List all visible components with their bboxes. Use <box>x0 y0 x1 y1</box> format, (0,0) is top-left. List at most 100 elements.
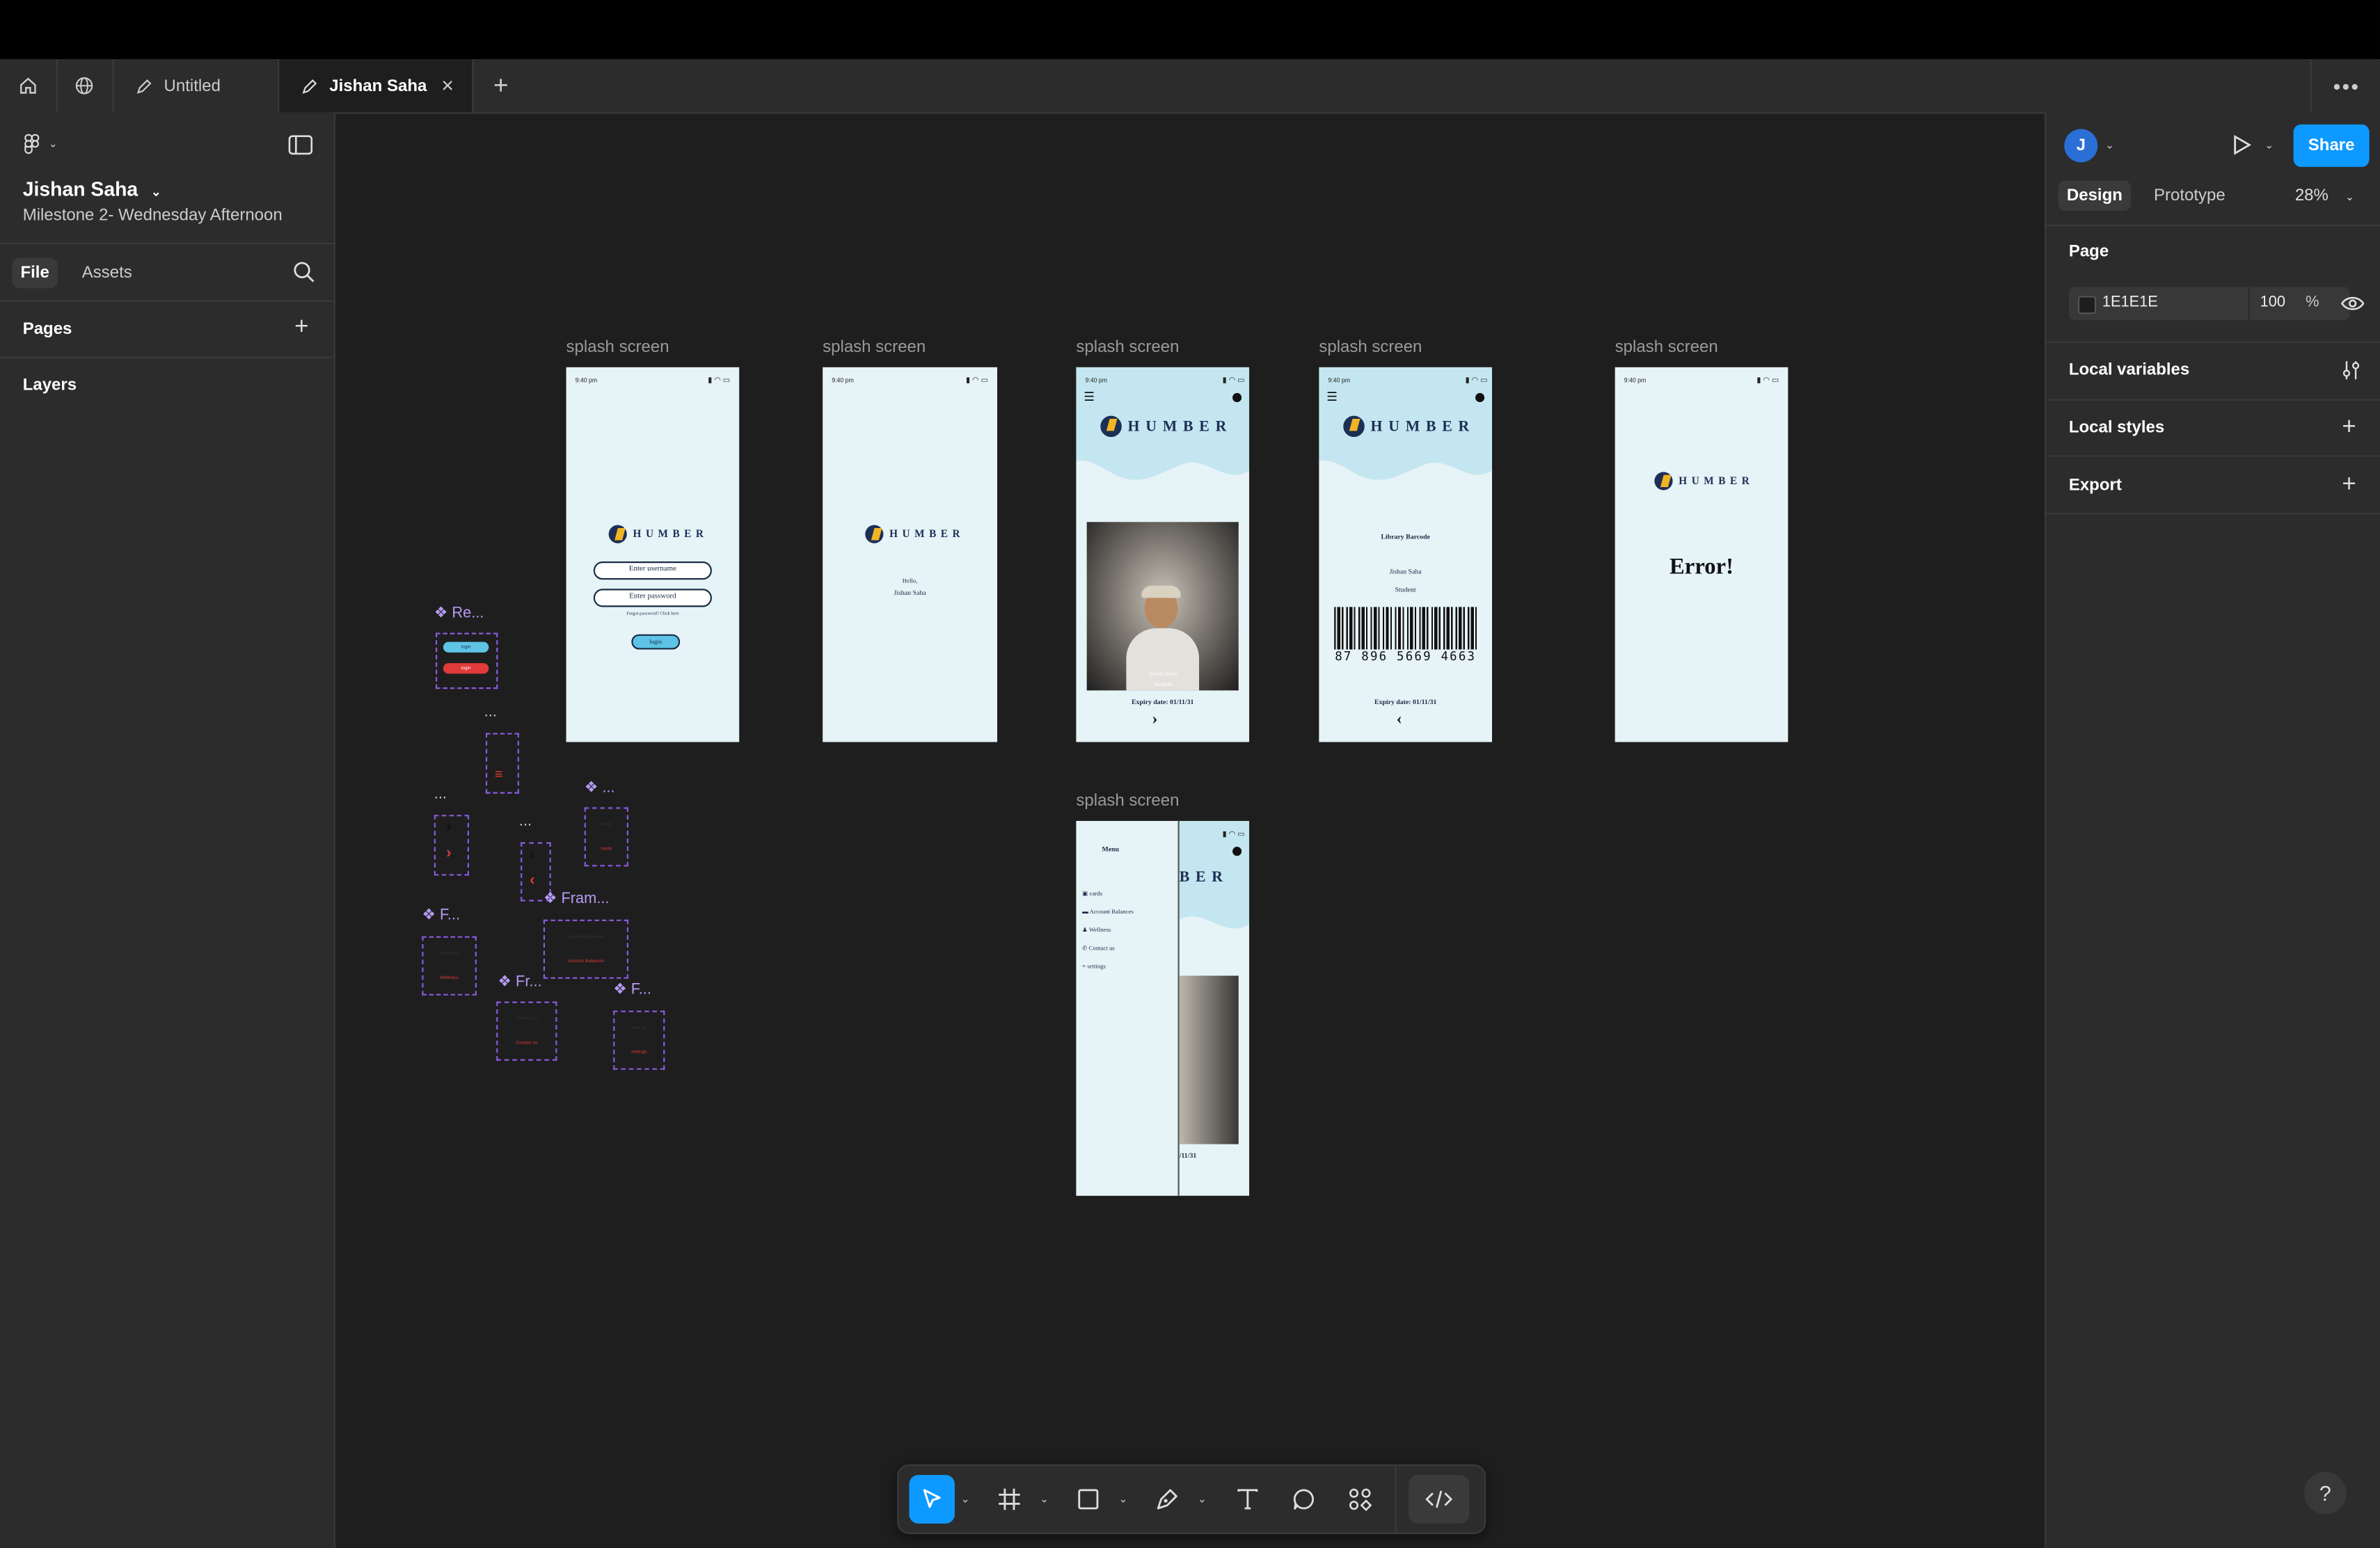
login-button-variant-red[interactable]: login <box>443 663 489 674</box>
menu-item-contact-us[interactable]: ✆ Contact us <box>1082 939 1134 957</box>
forgot-password-link[interactable]: Forgot password? Click here <box>566 610 740 616</box>
tab-untitled[interactable]: Untitled <box>114 59 280 113</box>
component-label[interactable]: ❖ Fr... <box>498 974 541 991</box>
component-label[interactable]: ... <box>519 813 532 830</box>
chevron-down-icon[interactable]: ⌄ <box>961 1493 970 1505</box>
divider <box>2046 455 2380 457</box>
menu-item-account-balances[interactable]: ▬ Account Balances <box>1082 903 1134 921</box>
humber-logo: HUMBER <box>865 525 965 543</box>
menu-item-settings[interactable]: ≡ settings <box>1082 957 1134 975</box>
more-options-button[interactable]: ••• <box>2310 59 2380 113</box>
divider <box>2248 287 2250 321</box>
page-opacity-value[interactable]: 100 <box>2260 294 2285 311</box>
hamburger-component-set[interactable]: ≡ ≡ <box>485 733 519 794</box>
component-label[interactable]: ❖ Re... <box>434 605 484 622</box>
share-button[interactable]: Share <box>2293 124 2370 167</box>
tab-jishan-saha[interactable]: Jishan Saha × <box>279 59 474 113</box>
new-tab-button[interactable]: + <box>474 59 529 112</box>
profile-icon[interactable] <box>1232 847 1242 856</box>
chevron-down-icon[interactable]: ⌄ <box>1198 1493 1207 1505</box>
cursor-icon <box>923 1489 941 1508</box>
login-screen-frame[interactable]: 9:40 pm ▮ ◠ ▭ HUMBER Enter username Ente… <box>566 367 740 742</box>
wellness-component-set[interactable]: Wellness Wellness <box>422 936 477 996</box>
welcome-screen-frame[interactable]: 9:40 pm ▮ ◠ ▭ HUMBER Hello, Jishan Saha <box>823 367 997 742</box>
side-menu-drawer[interactable]: Menu ▣ cards ▬ Account Balances ♟ Wellne… <box>1076 820 1180 1196</box>
chevron-down-icon[interactable]: ⌄ <box>1040 1493 1049 1505</box>
profile-icon[interactable] <box>1475 392 1485 402</box>
login-button[interactable]: login <box>631 634 681 650</box>
menu-screen-frame[interactable]: ▮ ◠ ▭ BER /11/31 Menu ▣ cards ▬ Account … <box>1076 820 1250 1196</box>
arrow-right-component-set[interactable]: › › <box>434 815 469 876</box>
library-barcode-frame[interactable]: 9:40 pm ▮ ◠ ▭ ☰ HUMBER Library Barcode J… <box>1319 367 1493 742</box>
hamburger-menu-icon[interactable]: ☰ <box>1084 390 1095 404</box>
error-screen-frame[interactable]: 9:40 pm ▮ ◠ ▭ HUMBER Error! <box>1615 367 1788 742</box>
user-menu[interactable]: J ⌄ <box>2064 129 2114 163</box>
chevron-left-icon[interactable]: ‹ <box>1397 710 1402 728</box>
help-button[interactable]: ? <box>2303 1471 2347 1515</box>
contact-component-set[interactable]: Contact us Contact us <box>496 1001 557 1061</box>
add-export-button[interactable]: + <box>2342 472 2356 498</box>
actions-button[interactable] <box>1340 1475 1380 1524</box>
toggle-sidebar-button[interactable] <box>288 135 313 162</box>
component-label[interactable]: ❖ ... <box>585 780 615 797</box>
frame-label[interactable]: splash screen <box>1615 338 1718 356</box>
button-component-set[interactable]: login login <box>435 632 498 689</box>
frame-label[interactable]: splash screen <box>566 338 669 356</box>
add-style-button[interactable]: + <box>2342 415 2356 440</box>
tab-prototype[interactable]: Prototype <box>2154 186 2226 205</box>
chevron-down-icon[interactable]: ⌄ <box>1118 1493 1127 1505</box>
search-layers-button[interactable] <box>293 261 316 292</box>
main-menu-button[interactable]: ⌄ <box>23 134 58 155</box>
close-tab-icon[interactable]: × <box>441 74 454 96</box>
file-name[interactable]: Jishan Saha ⌄ <box>23 177 161 200</box>
settings-component-set[interactable]: settings settings <box>613 1010 665 1070</box>
move-tool-button[interactable] <box>909 1475 955 1524</box>
project-name[interactable]: Milestone 2- Wednesday Afternoon <box>23 207 283 225</box>
open-variables-button[interactable] <box>2342 360 2360 388</box>
login-button-variant[interactable]: login <box>443 641 489 653</box>
add-page-button[interactable]: + <box>294 315 308 340</box>
tab-assets[interactable]: Assets <box>82 264 132 282</box>
tab-design[interactable]: Design <box>2058 180 2132 212</box>
community-button[interactable] <box>56 59 114 113</box>
component-label[interactable]: ❖ Fram... <box>544 891 610 907</box>
home-button[interactable] <box>0 59 58 113</box>
password-field[interactable]: Enter password <box>593 589 712 607</box>
export-row[interactable]: Export <box>2069 477 2122 495</box>
tab-file[interactable]: File <box>12 257 58 289</box>
page-color-hex[interactable]: 1E1E1E <box>2102 294 2158 311</box>
menu-item-wellness[interactable]: ♟ Wellness <box>1082 921 1134 939</box>
frame-label[interactable]: splash screen <box>1319 338 1422 356</box>
account-balances-component-set[interactable]: Account Balances Account Balances <box>543 919 628 979</box>
page-color-field[interactable]: 1E1E1E 100 % <box>2068 287 2350 321</box>
frame-label[interactable]: splash screen <box>1076 792 1179 811</box>
zoom-menu[interactable]: 28% ⌄ <box>2295 186 2354 205</box>
toggle-visibility-button[interactable] <box>2340 293 2365 320</box>
dev-mode-toggle[interactable] <box>1409 1475 1470 1524</box>
chevron-right-icon[interactable]: › <box>1152 710 1157 728</box>
component-label[interactable]: ... <box>434 786 447 803</box>
local-variables-row[interactable]: Local variables <box>2069 361 2189 379</box>
cards-component-set[interactable]: cards cards <box>584 807 628 867</box>
status-icons: ▮ ◠ ▭ <box>1222 830 1245 840</box>
present-button[interactable]: ⌄ <box>2232 135 2274 155</box>
comment-tool-button[interactable] <box>1284 1475 1324 1524</box>
shape-tool-button[interactable] <box>1068 1475 1108 1524</box>
component-label[interactable]: ❖ F... <box>422 907 460 924</box>
student-card-frame[interactable]: 9:40 pm ▮ ◠ ▭ ☰ HUMBER Jishan Saha Stude… <box>1076 367 1250 742</box>
menu-item-cards[interactable]: ▣ cards <box>1082 885 1134 903</box>
component-label[interactable]: ... <box>484 704 497 721</box>
frame-label[interactable]: splash screen <box>1076 338 1179 356</box>
component-label[interactable]: ❖ F... <box>613 982 651 998</box>
username-field[interactable]: Enter username <box>593 561 712 580</box>
color-swatch[interactable] <box>2077 296 2097 314</box>
humber-logo-icon <box>865 525 884 543</box>
frame-label[interactable]: splash screen <box>823 338 926 356</box>
search-icon <box>294 262 315 282</box>
frame-tool-button[interactable] <box>990 1475 1029 1524</box>
hamburger-menu-icon[interactable]: ☰ <box>1326 390 1338 404</box>
profile-icon[interactable] <box>1232 392 1242 402</box>
local-styles-row[interactable]: Local styles <box>2069 419 2164 437</box>
text-tool-button[interactable] <box>1228 1475 1268 1524</box>
pen-tool-button[interactable] <box>1148 1475 1187 1524</box>
